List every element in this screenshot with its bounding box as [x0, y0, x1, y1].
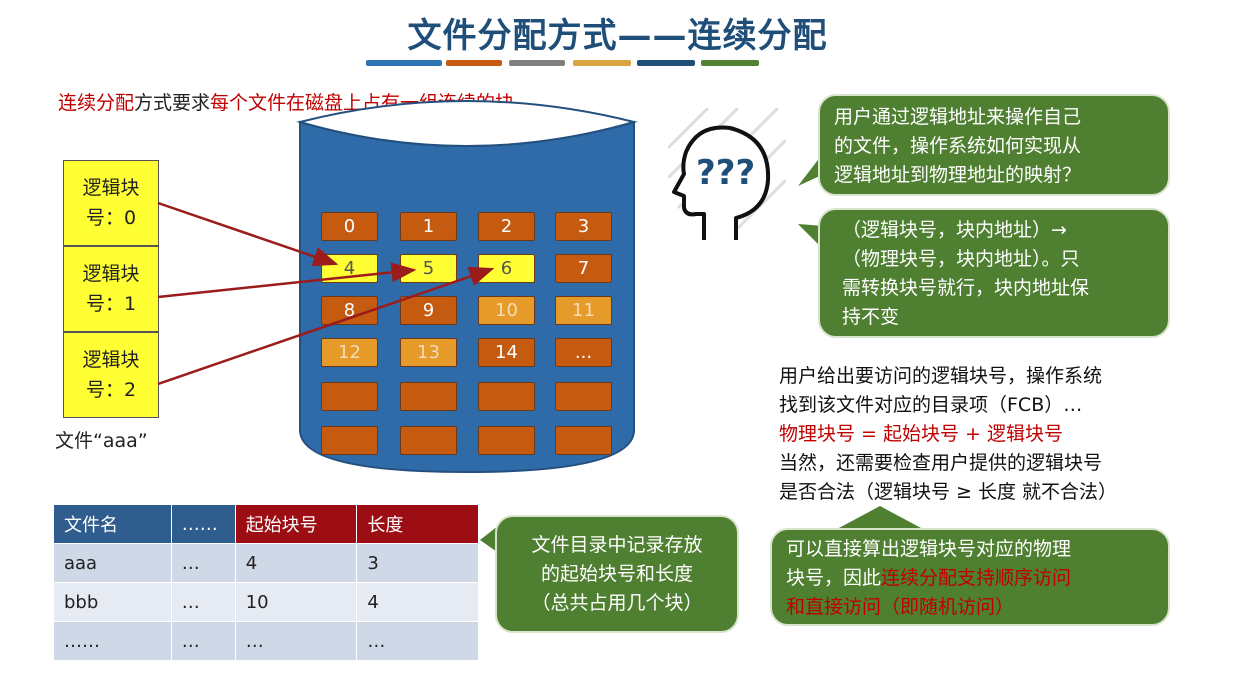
bubble-answer-line1: （逻辑块号，块内地址）→: [842, 219, 1067, 241]
cell-filename: aaa: [53, 543, 172, 583]
header-length: 长度: [356, 504, 479, 544]
directory-table: 文件名 …… 起始块号 长度 aaa … 4 3 bbb … 10 4 …… ……: [53, 504, 479, 661]
mapping-arrows: [157, 201, 495, 386]
cell-start: 4: [234, 543, 358, 583]
table-header-row: 文件名 …… 起始块号 长度: [53, 504, 479, 544]
cell-length: 4: [356, 582, 479, 622]
explanation-note: 用户给出要访问的逻辑块号，操作系统 找到该文件对应的目录项（FCB）… 物理块号…: [779, 362, 1199, 507]
note-formula: 物理块号 = 起始块号 + 逻辑块号: [779, 423, 1063, 445]
note-line2: 找到该文件对应的目录项（FCB）…: [779, 394, 1083, 416]
note-line5: 是否合法（逻辑块号 ≥ 长度 就不合法）: [779, 481, 1118, 503]
bubble-conclusion-line2: 块号，因此连续分配支持顺序访问: [786, 564, 1154, 593]
cell-filename: bbb: [53, 582, 172, 622]
bubble-question-line2: 的文件，操作系统如何实现从: [834, 135, 1082, 157]
bubble-table-note-line3: （总共占用几个块）: [531, 592, 703, 614]
bubble-question-line3: 逻辑地址到物理地址的映射？: [834, 164, 1082, 186]
cell-start: …: [234, 621, 358, 661]
table-row: …… … … …: [53, 621, 479, 661]
bubble-conclusion-line2-prefix: 块号，因此: [786, 567, 882, 589]
bubble-table-note: 文件目录中记录存放 的起始块号和长度 （总共占用几个块）: [495, 515, 739, 633]
cell-length: …: [356, 621, 479, 661]
bubble-answer-line2: （物理块号，块内地址）。只: [842, 248, 1080, 270]
cell-length: 3: [356, 543, 479, 583]
cell-other: …: [170, 582, 236, 622]
table-row: bbb … 10 4: [53, 582, 479, 622]
title-underline-6: [701, 60, 759, 66]
cell-start: 10: [234, 582, 358, 622]
header-ellipsis: ……: [170, 504, 236, 544]
header-start-block: 起始块号: [234, 504, 358, 544]
header-filename: 文件名: [53, 504, 172, 544]
bubble-conclusion: 可以直接算出逻辑块号对应的物理 块号，因此连续分配支持顺序访问 和直接访问（即随…: [770, 528, 1170, 626]
table-row: aaa … 4 3: [53, 543, 479, 583]
svg-text:???: ???: [696, 153, 755, 193]
arrow-block1-to-5: [157, 262, 417, 299]
bubble-question-line1: 用户通过逻辑地址来操作自己: [834, 106, 1082, 128]
bubble-conclusion-line2-red: 连续分配支持顺序访问: [881, 567, 1072, 589]
arrow-block2-to-6: [157, 266, 495, 386]
bubble-answer-line4: 持不变: [842, 306, 900, 328]
cell-filename: ……: [53, 621, 172, 661]
bubble-table-note-line2: 的起始块号和长度: [540, 563, 693, 585]
note-line1: 用户给出要访问的逻辑块号，操作系统: [779, 365, 1103, 387]
note-line4: 当然，还需要检查用户提供的逻辑块号: [779, 452, 1103, 474]
cell-other: …: [170, 543, 236, 583]
bubble-conclusion-line1: 可以直接算出逻辑块号对应的物理: [786, 538, 1072, 560]
cell-other: …: [170, 621, 236, 661]
thinking-head-icon: ???: [668, 108, 786, 240]
bubble-answer-line3: 需转换块号就行，块内地址保: [842, 277, 1090, 299]
bubble-question: 用户通过逻辑地址来操作自己 的文件，操作系统如何实现从 逻辑地址到物理地址的映射…: [818, 94, 1170, 196]
bubble-answer: （逻辑块号，块内地址）→ （物理块号，块内地址）。只 需转换块号就行，块内地址保…: [818, 208, 1170, 338]
bubble-table-note-line1: 文件目录中记录存放: [531, 534, 703, 556]
arrow-block0-to-4: [157, 201, 339, 267]
bubble-conclusion-line3: 和直接访问（即随机访问）: [786, 596, 1015, 618]
